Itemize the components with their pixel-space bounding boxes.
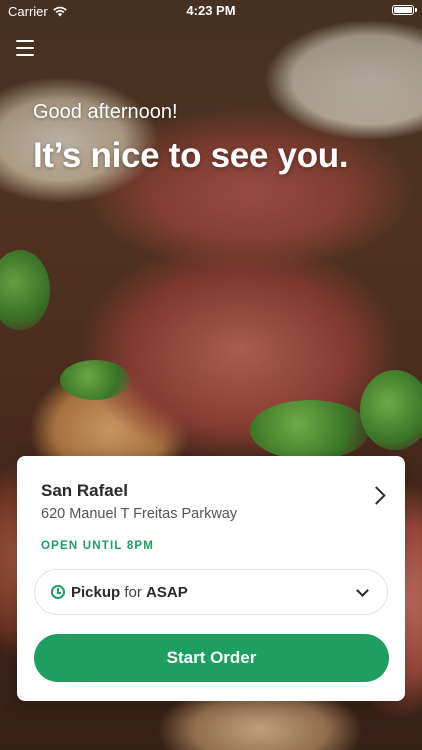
menu-icon[interactable] bbox=[16, 40, 34, 56]
greeting-text: Good afternoon! bbox=[33, 101, 178, 123]
status-time: 4:23 PM bbox=[186, 3, 236, 18]
clock-icon bbox=[51, 585, 65, 599]
time-label: ASAP bbox=[146, 583, 188, 601]
store-address: 620 Manuel T Freitas Parkway bbox=[41, 506, 238, 522]
order-mode-dropdown[interactable]: Pickup for ASAP bbox=[34, 569, 388, 615]
order-mode-label: Pickup for ASAP bbox=[71, 584, 188, 601]
battery-icon bbox=[392, 5, 417, 15]
store-selector[interactable]: San Rafael 620 Manuel T Freitas Parkway bbox=[17, 456, 405, 536]
open-status-badge: OPEN UNTIL 8PM bbox=[41, 540, 155, 552]
mode-label: Pickup bbox=[71, 583, 121, 601]
chevron-right-icon bbox=[367, 486, 386, 505]
chevron-down-icon bbox=[356, 584, 369, 597]
page-title: It’s nice to see you. bbox=[33, 136, 349, 175]
store-name: San Rafael bbox=[41, 481, 128, 500]
start-order-button[interactable]: Start Order bbox=[34, 634, 389, 682]
status-bar: Carrier 4:23 PM bbox=[0, 0, 422, 22]
store-card: San Rafael 620 Manuel T Freitas Parkway … bbox=[17, 456, 405, 701]
mode-connector: for bbox=[124, 583, 142, 601]
